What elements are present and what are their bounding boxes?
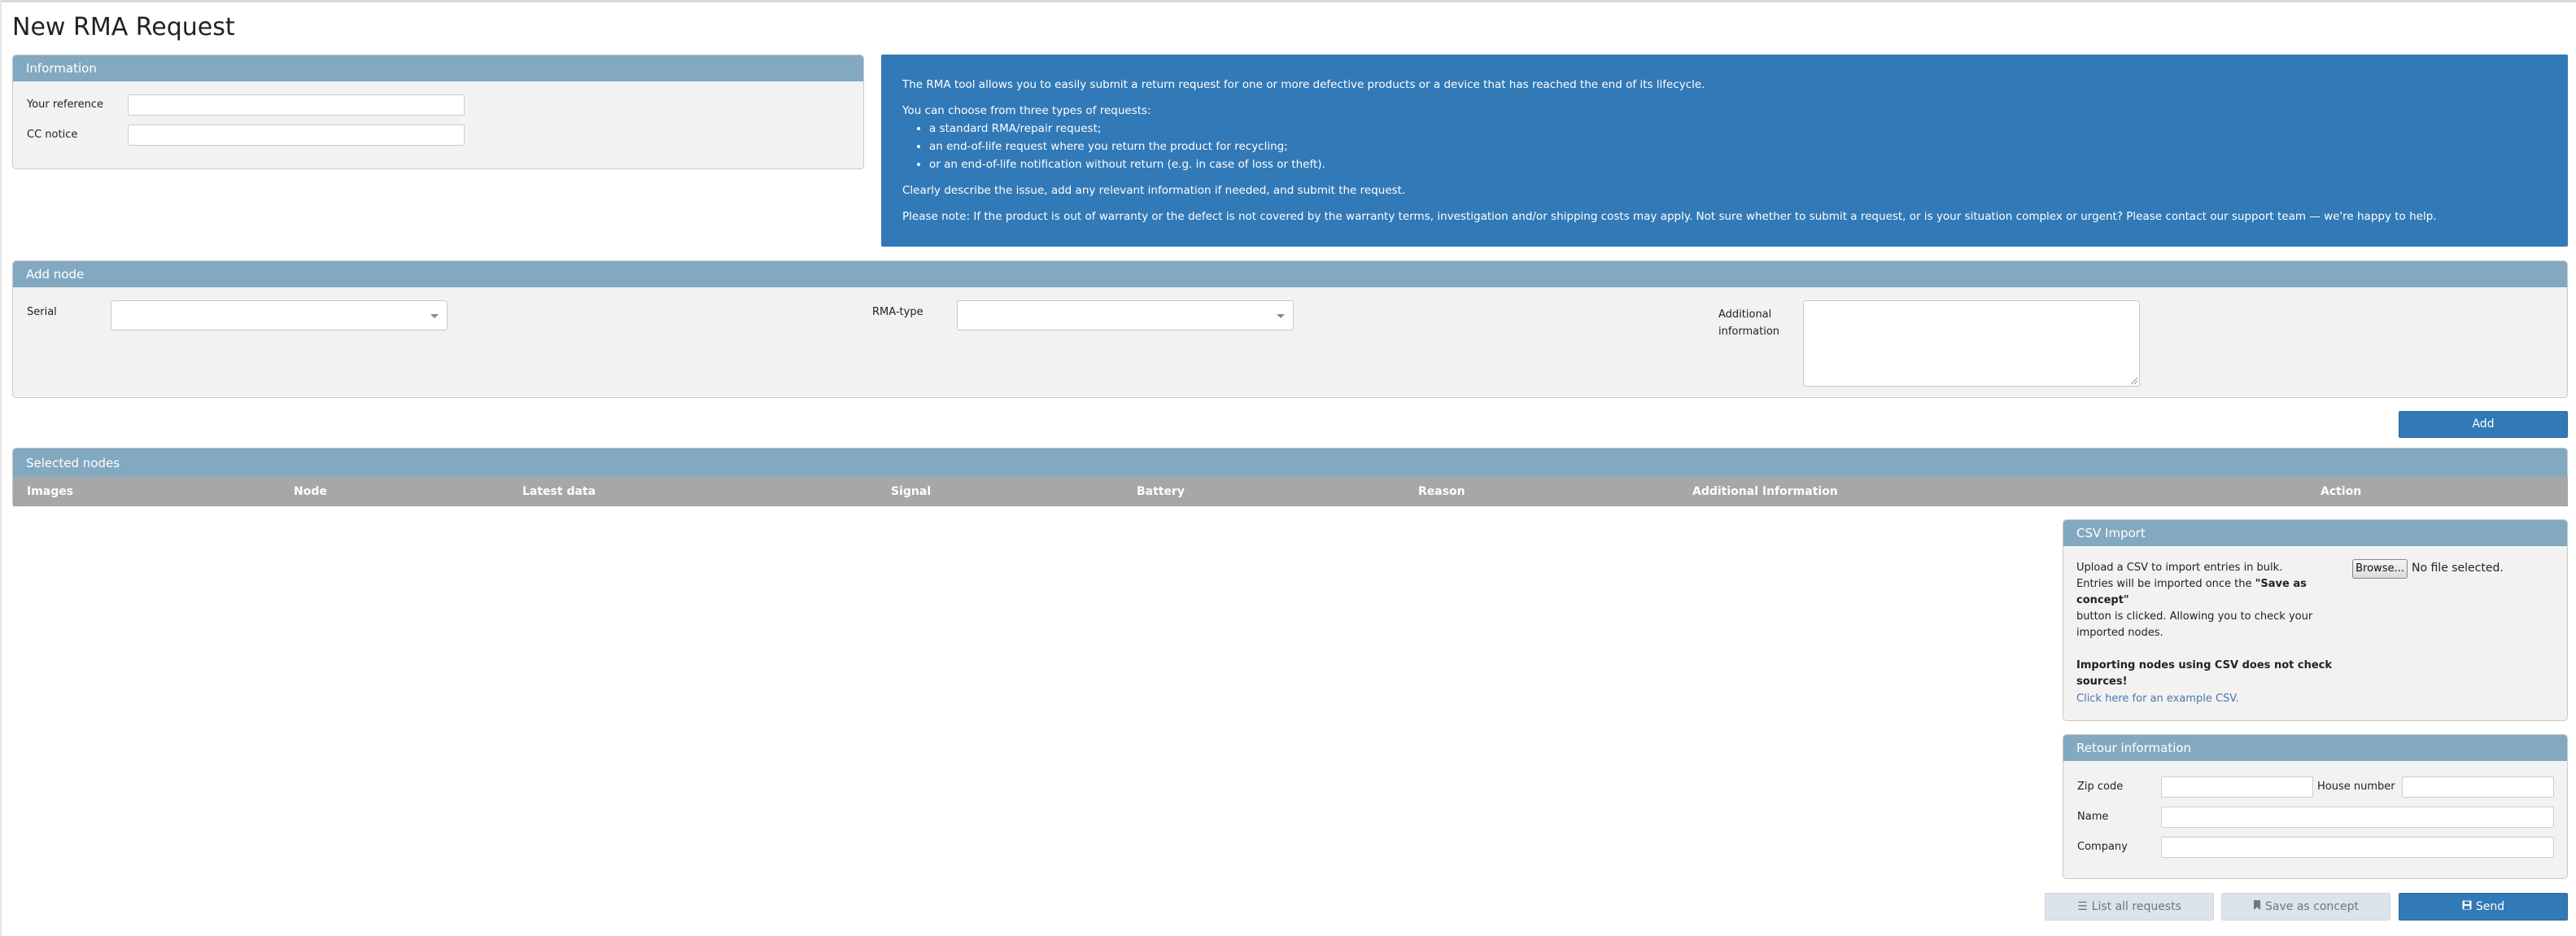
house-number-input[interactable]	[2402, 776, 2554, 798]
retour-information-panel: Retour information Zip code House number…	[2063, 734, 2568, 879]
add-button-label: Add	[2472, 418, 2495, 431]
file-status-text: No file selected.	[2412, 562, 2504, 575]
csv-line-1: Upload a CSV to import entries in bulk.	[2076, 562, 2283, 574]
csv-import-description: Upload a CSV to import entries in bulk. …	[2076, 560, 2345, 690]
info-describe: Clearly describe the issue, add any rele…	[902, 184, 1406, 197]
name-label: Name	[2077, 811, 2109, 823]
csv-line-3: button is clicked. Allowing you to check…	[2076, 610, 2313, 623]
info-choose: You can choose from three types of reque…	[902, 104, 1151, 117]
left-border	[0, 0, 2, 936]
chevron-down-icon	[430, 314, 439, 318]
example-csv-link[interactable]: Click here for an example CSV.	[2076, 693, 2239, 705]
additional-info-label: Additional information	[1718, 306, 1779, 340]
add-node-panel: Add node Serial RMA-type Additional info…	[12, 260, 2568, 398]
csv-line-2: Entries will be imported once the "Save …	[2076, 576, 2345, 609]
csv-warning-line-2: sources!	[2076, 676, 2128, 688]
rma-type-label: RMA-type	[872, 306, 923, 318]
zip-code-label: Zip code	[2077, 781, 2124, 793]
additional-info-label-line2: information	[1718, 326, 1780, 338]
serial-select[interactable]	[111, 300, 448, 330]
info-type-list: a standard RMA/repair request; an end-of…	[929, 120, 2547, 173]
list-all-requests-button[interactable]: ☰ List all requests	[2045, 893, 2214, 921]
browse-file-button[interactable]: Browse...	[2352, 559, 2408, 579]
column-header-latest-data: Latest data	[522, 485, 596, 498]
cc-notice-label: CC notice	[27, 129, 78, 141]
chevron-down-icon	[1277, 314, 1285, 318]
column-header-action: Action	[2321, 485, 2362, 498]
add-node-panel-title: Add node	[13, 261, 2567, 287]
info-intro: The RMA tool allows you to easily submit…	[902, 78, 1705, 91]
column-header-battery: Battery	[1137, 485, 1185, 498]
save-icon	[2462, 894, 2472, 920]
column-header-node: Node	[294, 485, 327, 498]
house-number-label: House number	[2317, 781, 2395, 793]
info-type-item: or an end-of-life notification without r…	[929, 155, 2547, 173]
csv-import-panel-title: CSV Import	[2063, 520, 2567, 546]
column-header-images: Images	[27, 485, 74, 498]
csv-line-2-text: Entries will be imported once the	[2076, 578, 2255, 590]
reference-label: Your reference	[27, 98, 103, 111]
serial-label: Serial	[27, 306, 57, 318]
page-title: New RMA Request	[12, 13, 235, 42]
add-button[interactable]: Add	[2399, 411, 2568, 438]
list-icon: ☰	[2077, 900, 2088, 913]
rma-type-select[interactable]	[957, 300, 1294, 330]
csv-warning-line-1: Importing nodes using CSV does not check	[2076, 659, 2332, 671]
information-panel: Information Your reference CC notice	[12, 55, 864, 169]
send-label: Send	[2475, 900, 2505, 913]
csv-line-4: imported nodes.	[2076, 627, 2163, 639]
info-type-item: a standard RMA/repair request;	[929, 120, 2547, 138]
cc-notice-input[interactable]	[128, 125, 465, 146]
name-input[interactable]	[2161, 807, 2554, 828]
additional-info-label-line1: Additional	[1718, 308, 1772, 321]
column-header-additional-information: Additional Information	[1692, 485, 1838, 498]
zip-code-input[interactable]	[2161, 776, 2313, 798]
save-as-concept-button[interactable]: Save as concept	[2221, 893, 2390, 921]
resize-grip-icon[interactable]	[2131, 378, 2137, 384]
column-header-reason: Reason	[1418, 485, 1465, 498]
save-as-concept-label: Save as concept	[2265, 900, 2359, 913]
information-panel-title: Information	[13, 55, 863, 81]
selected-nodes-panel-title: Selected nodes	[13, 448, 2567, 478]
additional-info-textarea[interactable]	[1803, 300, 2140, 387]
top-border	[0, 0, 2576, 2]
bookmark-icon	[2253, 894, 2261, 920]
send-button[interactable]: Send	[2399, 893, 2568, 921]
selected-nodes-table-header: Images Node Latest data Signal Battery R…	[13, 477, 2568, 506]
retour-information-panel-title: Retour information	[2063, 735, 2567, 761]
reference-input[interactable]	[128, 94, 465, 116]
column-header-signal: Signal	[891, 485, 932, 498]
list-all-requests-label: List all requests	[2091, 900, 2181, 913]
info-type-item: an end-of-life request where you return …	[929, 138, 2547, 155]
info-note: Please note: If the product is out of wa…	[902, 210, 2437, 223]
company-label: Company	[2077, 841, 2128, 853]
rma-info-box: The RMA tool allows you to easily submit…	[881, 55, 2568, 247]
company-input[interactable]	[2161, 837, 2554, 858]
